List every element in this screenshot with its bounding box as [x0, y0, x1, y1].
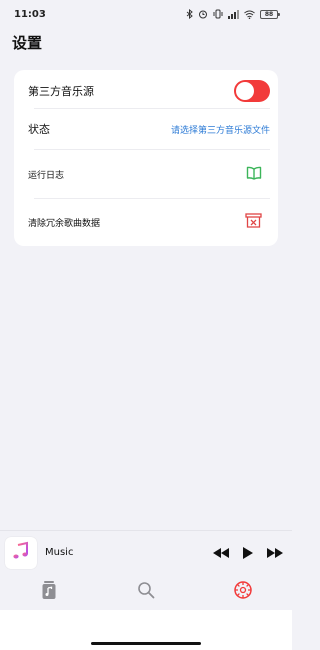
wifi-icon: [244, 10, 255, 19]
battery-icon: 88: [260, 9, 280, 19]
tab-bar: [0, 574, 292, 610]
tab-search[interactable]: [116, 574, 176, 610]
bluetooth-icon: [186, 9, 193, 19]
clear-data-row[interactable]: 清除冗余歌曲数据: [14, 200, 278, 244]
rewind-button[interactable]: [212, 547, 230, 559]
run-log-row[interactable]: 运行日志: [14, 152, 278, 196]
toggle-knob: [236, 82, 254, 100]
track-title: Music: [45, 547, 74, 558]
play-button[interactable]: [242, 546, 254, 560]
status-bar: 11:03 88: [0, 0, 292, 28]
divider: [34, 198, 270, 199]
settings-card: 第三方音乐源 状态 请选择第三方音乐源文件 运行日志 清除冗余歌曲数据: [14, 70, 278, 246]
search-icon: [137, 581, 155, 603]
signal-icon: [228, 9, 239, 19]
divider: [34, 149, 270, 150]
alarm-icon: [198, 9, 208, 19]
home-indicator[interactable]: [91, 642, 201, 645]
third-party-source-label: 第三方音乐源: [28, 85, 94, 98]
tab-library[interactable]: [19, 574, 79, 610]
tab-settings[interactable]: [213, 574, 273, 610]
page-title: 设置: [12, 34, 43, 52]
status-label: 状态: [28, 123, 50, 136]
run-log-label: 运行日志: [28, 170, 65, 181]
third-party-source-row: 第三方音乐源: [14, 74, 278, 108]
vibrate-icon: [213, 9, 223, 19]
status-row[interactable]: 状态 请选择第三方音乐源文件: [14, 110, 278, 148]
music-library-icon: [41, 580, 57, 604]
trash-icon[interactable]: [245, 212, 262, 232]
gear-icon: [233, 580, 253, 604]
status-time: 11:03: [14, 8, 46, 20]
status-icons: 88: [186, 9, 280, 19]
mini-player[interactable]: Music: [0, 530, 292, 574]
music-note-icon: [11, 541, 31, 565]
divider: [34, 108, 270, 109]
book-icon[interactable]: [246, 165, 262, 184]
clear-data-label: 清除冗余歌曲数据: [28, 218, 101, 229]
album-art[interactable]: [5, 536, 37, 569]
player-controls: [212, 546, 284, 560]
fast-forward-button[interactable]: [266, 547, 284, 559]
select-source-file-link[interactable]: 请选择第三方音乐源文件: [171, 123, 270, 136]
third-party-source-toggle[interactable]: [234, 80, 270, 102]
